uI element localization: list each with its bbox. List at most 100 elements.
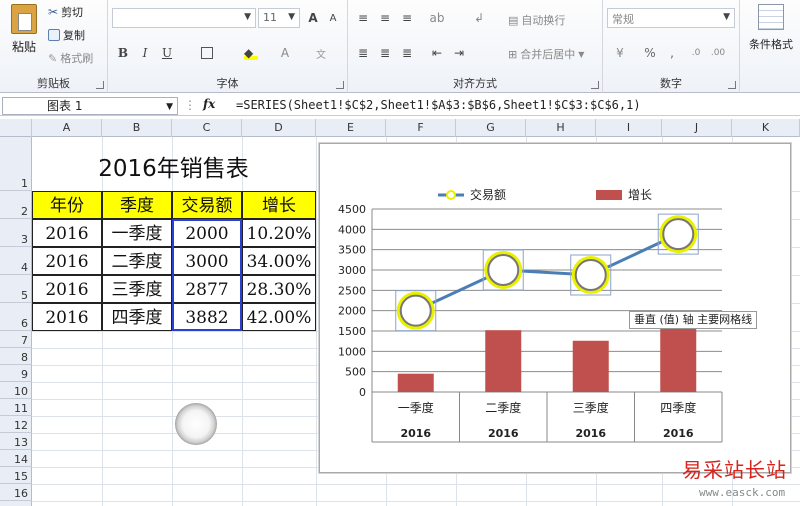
row-header-12[interactable]: 12 [0, 416, 32, 433]
select-all-corner[interactable] [0, 119, 32, 137]
italic-button[interactable]: I [136, 44, 154, 62]
row-header-8[interactable]: 8 [0, 348, 32, 365]
chevron-down-icon: ▼ [723, 12, 730, 22]
table-header-cell[interactable]: 季度 [102, 191, 172, 219]
formula-input[interactable]: =SERIES(Sheet1!$C$2,Sheet1!$A$3:$B$6,She… [236, 98, 641, 112]
row-header-16[interactable]: 16 [0, 484, 32, 501]
align-top-button[interactable]: ≡ [354, 9, 372, 27]
shrink-font-button[interactable]: A [324, 9, 342, 27]
copy-label: 复制 [63, 29, 85, 42]
comma-button[interactable]: , [663, 44, 681, 62]
align-bottom-button[interactable]: ≡ [398, 9, 416, 27]
align-center-button[interactable]: ≣ [376, 44, 394, 62]
table-cell[interactable]: 2016 [32, 275, 102, 303]
column-header-c[interactable]: C [172, 119, 242, 137]
row-header-13[interactable]: 13 [0, 433, 32, 450]
row-header-6[interactable]: 6 [0, 303, 32, 331]
series-range-highlight [172, 219, 242, 331]
row-header-3[interactable]: 3 [0, 219, 32, 247]
format-painter-label: 格式刷 [60, 52, 94, 65]
alignment-launcher-icon[interactable] [591, 81, 599, 89]
row-header-10[interactable]: 10 [0, 382, 32, 399]
table-cell[interactable]: 2016 [32, 303, 102, 331]
table-cell[interactable]: 10.20% [242, 219, 316, 247]
data-point-marker [399, 294, 432, 327]
row-header-11[interactable]: 11 [0, 399, 32, 416]
row-header-14[interactable]: 14 [0, 450, 32, 467]
sheet-title-cell[interactable]: 2016年销售表 [32, 147, 315, 191]
merge-center-button[interactable]: ⊞ 合并后居中 ▼ [508, 46, 584, 62]
column-header-a[interactable]: A [32, 119, 102, 137]
font-name-combo[interactable]: ▼ [112, 8, 256, 28]
conditional-format-button[interactable]: 条件格式 [744, 4, 798, 52]
paste-button[interactable]: 粘贴 [6, 4, 42, 60]
phonetic-button[interactable]: 文 [312, 44, 330, 62]
percent-button[interactable]: % [641, 44, 659, 62]
border-button[interactable] [198, 44, 216, 62]
bold-button[interactable]: B [114, 44, 132, 62]
row-header-9[interactable]: 9 [0, 365, 32, 382]
row-header-2[interactable]: 2 [0, 191, 32, 219]
grow-font-button[interactable]: A [304, 9, 322, 27]
cut-button[interactable]: ✂ 剪切 [48, 4, 83, 20]
wrap-icon-button[interactable]: ↲ [470, 9, 488, 27]
insert-function-button[interactable]: fx [203, 97, 215, 111]
name-box[interactable]: 图表 1 ▼ [2, 97, 178, 115]
table-header-cell[interactable]: 增长 [242, 191, 316, 219]
table-header-cell[interactable]: 交易额 [172, 191, 242, 219]
decrease-indent-button[interactable]: ⇤ [428, 44, 446, 62]
x-group-label: 2016 [400, 427, 431, 440]
row-header-15[interactable]: 15 [0, 467, 32, 484]
underline-button[interactable]: U [158, 44, 176, 62]
column-header-i[interactable]: I [596, 119, 662, 137]
table-cell[interactable]: 2016 [32, 247, 102, 275]
row-header-7[interactable]: 7 [0, 331, 32, 348]
column-header-d[interactable]: D [242, 119, 316, 137]
bold-icon: B [117, 46, 129, 60]
row-header-5[interactable]: 5 [0, 275, 32, 303]
name-box-splitter-icon[interactable]: ⋮ [184, 98, 196, 112]
combo-chart[interactable]: 0 500 1000 1500 2000 2500 3000 3500 4000 4500 一季度 2… [319, 143, 791, 473]
column-header-b[interactable]: B [102, 119, 172, 137]
currency-icon: ¥ [616, 46, 624, 60]
fill-color-button[interactable]: ◆ [242, 44, 260, 62]
number-format-combo[interactable]: 常规 ▼ [607, 8, 735, 28]
increase-decimal-button[interactable]: .0 [687, 44, 705, 62]
comma-icon: , [670, 46, 674, 60]
table-cell[interactable]: 四季度 [102, 303, 172, 331]
column-header-j[interactable]: J [662, 119, 732, 137]
table-header-cell[interactable]: 年份 [32, 191, 102, 219]
orientation-button[interactable]: ab [428, 9, 446, 27]
align-left-button[interactable]: ≣ [354, 44, 372, 62]
table-cell[interactable]: 一季度 [102, 219, 172, 247]
clipboard-launcher-icon[interactable] [96, 81, 104, 89]
table-cell[interactable]: 三季度 [102, 275, 172, 303]
row-header-1[interactable]: 1 [0, 137, 32, 191]
wrap-text-icon: ▤ [508, 13, 519, 27]
align-right-button[interactable]: ≣ [398, 44, 416, 62]
table-cell[interactable]: 2016 [32, 219, 102, 247]
font-color-button[interactable]: A [276, 44, 294, 62]
table-cell[interactable]: 34.00% [242, 247, 316, 275]
table-cell[interactable]: 二季度 [102, 247, 172, 275]
format-painter-button[interactable]: ✎ 格式刷 [48, 50, 93, 66]
table-cell[interactable]: 42.00% [242, 303, 316, 331]
decrease-decimal-button[interactable]: .00 [709, 44, 727, 62]
column-header-k[interactable]: K [732, 119, 800, 137]
column-header-e[interactable]: E [316, 119, 386, 137]
copy-button[interactable]: 复制 [48, 27, 85, 43]
y-tick-label: 1500 [338, 325, 366, 338]
column-header-f[interactable]: F [386, 119, 456, 137]
number-launcher-icon[interactable] [728, 81, 736, 89]
orientation-icon: ab [429, 11, 445, 25]
font-launcher-icon[interactable] [336, 81, 344, 89]
font-size-combo[interactable]: 11 ▼ [258, 8, 300, 28]
column-header-h[interactable]: H [526, 119, 596, 137]
table-cell[interactable]: 28.30% [242, 275, 316, 303]
column-header-g[interactable]: G [456, 119, 526, 137]
currency-button[interactable]: ¥ [611, 44, 629, 62]
increase-indent-button[interactable]: ⇥ [450, 44, 468, 62]
align-middle-button[interactable]: ≡ [376, 9, 394, 27]
wrap-text-button[interactable]: ▤ 自动换行 [508, 12, 565, 28]
row-header-4[interactable]: 4 [0, 247, 32, 275]
